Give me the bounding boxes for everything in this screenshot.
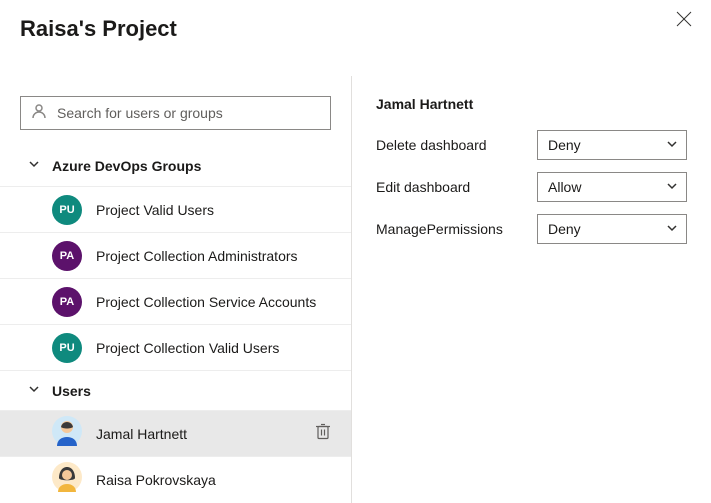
group-item-label: Project Collection Administrators: [96, 248, 298, 264]
group-header-label: Azure DevOps Groups: [52, 158, 201, 174]
user-icon: [31, 103, 47, 124]
permission-row: Edit dashboard Allow: [376, 172, 687, 202]
group-header-azure-devops[interactable]: Azure DevOps Groups: [0, 146, 351, 186]
dialog-title: Raisa's Project: [0, 0, 711, 42]
permission-select-delete-dashboard[interactable]: Deny: [537, 130, 687, 160]
avatar: [52, 462, 82, 497]
trash-icon: [315, 427, 331, 444]
group-item[interactable]: PA Project Collection Administrators: [0, 232, 351, 278]
group-header-users[interactable]: Users: [0, 370, 351, 410]
permission-select-edit-dashboard[interactable]: Allow: [537, 172, 687, 202]
permission-value: Deny: [548, 221, 581, 237]
avatar: PA: [52, 287, 82, 317]
permission-label: Edit dashboard: [376, 179, 470, 195]
group-item-label: Project Valid Users: [96, 202, 214, 218]
permissions-panel: Jamal Hartnett Delete dashboard Deny Edi…: [352, 76, 711, 503]
user-item-raisa[interactable]: Raisa Pokrovskaya: [0, 456, 351, 502]
group-item-label: Project Collection Service Accounts: [96, 294, 316, 310]
chevron-down-icon: [28, 157, 40, 175]
avatar: PU: [52, 195, 82, 225]
search-field[interactable]: [20, 96, 331, 130]
user-item-jamal[interactable]: Jamal Hartnett: [0, 410, 351, 456]
avatar: [52, 416, 82, 451]
selected-user-heading: Jamal Hartnett: [376, 96, 687, 112]
group-header-label: Users: [52, 383, 91, 399]
search-input[interactable]: [55, 104, 320, 122]
group-item[interactable]: PU Project Valid Users: [0, 186, 351, 232]
group-item[interactable]: PU Project Collection Valid Users: [0, 324, 351, 370]
permission-value: Allow: [548, 179, 581, 195]
permission-row: ManagePermissions Deny: [376, 214, 687, 244]
chevron-down-icon: [28, 382, 40, 400]
chevron-down-icon: [666, 221, 678, 237]
chevron-down-icon: [666, 179, 678, 195]
permission-label: Delete dashboard: [376, 137, 487, 153]
close-button[interactable]: [675, 10, 693, 33]
chevron-down-icon: [666, 137, 678, 153]
permission-value: Deny: [548, 137, 581, 153]
permission-select-manage-permissions[interactable]: Deny: [537, 214, 687, 244]
close-icon: [675, 15, 693, 32]
group-item-label: Project Collection Valid Users: [96, 340, 279, 356]
permission-row: Delete dashboard Deny: [376, 130, 687, 160]
group-item[interactable]: PA Project Collection Service Accounts: [0, 278, 351, 324]
permission-label: ManagePermissions: [376, 221, 503, 237]
identity-list-panel: Azure DevOps Groups PU Project Valid Use…: [0, 76, 352, 503]
user-item-label: Raisa Pokrovskaya: [96, 472, 216, 488]
delete-user-button[interactable]: [315, 422, 331, 445]
user-item-label: Jamal Hartnett: [96, 426, 187, 442]
avatar: PU: [52, 333, 82, 363]
avatar: PA: [52, 241, 82, 271]
